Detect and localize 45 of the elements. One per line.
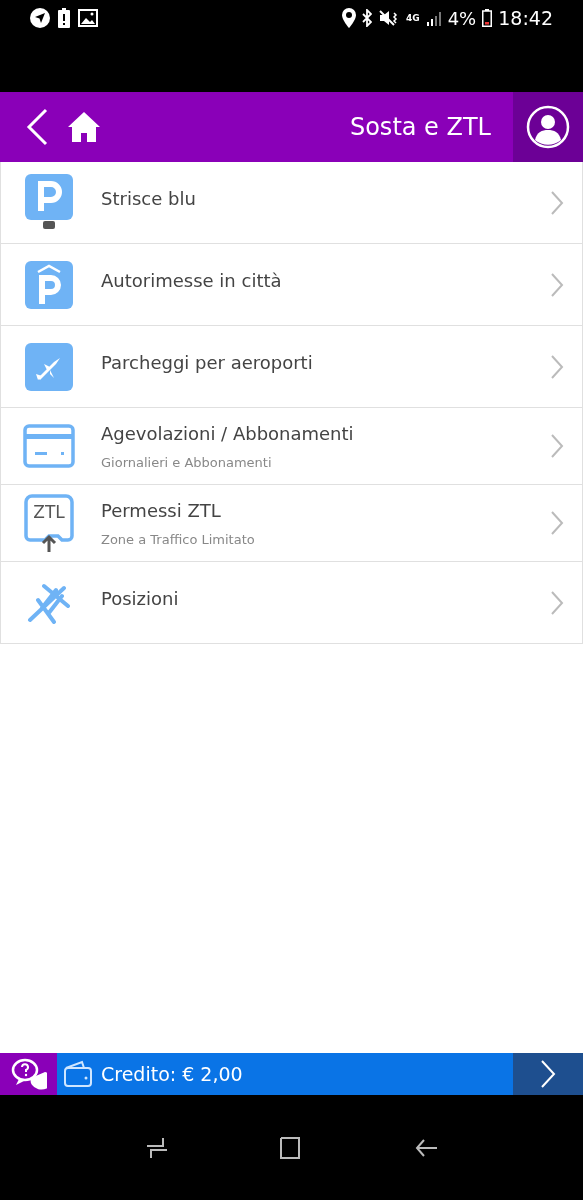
menu-item-label: Parcheggi per aeroporti bbox=[101, 351, 314, 375]
profile-button[interactable] bbox=[513, 92, 583, 162]
menu-item[interactable]: Parcheggi per aeroporti bbox=[1, 326, 582, 408]
home-icon bbox=[66, 110, 102, 144]
bluetooth-icon bbox=[362, 9, 372, 27]
signal-icon bbox=[425, 10, 442, 26]
chevron-icon bbox=[550, 189, 564, 216]
menu-item-label: Permessi ZTL bbox=[101, 498, 222, 523]
chevron-icon bbox=[540, 1059, 556, 1089]
menu-item[interactable]: Agevolazioni / Abbonamenti Giornalieri e Abbonamenti bbox=[1, 408, 582, 485]
menu-item-label: Posizioni bbox=[101, 587, 180, 611]
navigation-icon bbox=[30, 8, 50, 28]
battery-alert-icon bbox=[58, 8, 70, 28]
back-chevron-icon bbox=[26, 108, 48, 146]
chevron-icon bbox=[550, 271, 564, 298]
menu-item[interactable]: Strisce blu bbox=[1, 162, 582, 244]
location-icon bbox=[342, 8, 356, 28]
battery-icon bbox=[482, 9, 493, 27]
recent-apps-button[interactable] bbox=[145, 1135, 170, 1160]
menu-item[interactable]: ZTL Permessi ZTL Zone a Traffico Limitato bbox=[1, 485, 582, 562]
chevron-icon bbox=[550, 510, 564, 536]
card-icon bbox=[23, 424, 75, 468]
menu-item-label: Agevolazioni / Abbonamenti bbox=[101, 421, 355, 446]
image-icon bbox=[78, 9, 98, 27]
credit-next-button[interactable] bbox=[513, 1053, 583, 1095]
chevron-icon bbox=[550, 433, 564, 459]
credit-balance: Credito: € 2,00 bbox=[101, 1061, 243, 1087]
menu-item[interactable]: Posizioni bbox=[1, 562, 582, 644]
menu-item[interactable]: Autorimesse in città bbox=[1, 244, 582, 326]
battery-percent: 4% bbox=[447, 6, 477, 31]
chevron-icon bbox=[550, 353, 564, 380]
menu-item-subtitle: Zone a Traffico Limitato bbox=[101, 530, 256, 549]
garage-icon bbox=[24, 259, 74, 310]
recent-apps-icon bbox=[145, 1135, 170, 1160]
menu-item-label: Autorimesse in città bbox=[101, 269, 283, 293]
help-button[interactable] bbox=[0, 1053, 57, 1095]
network-type: 4G bbox=[406, 13, 420, 23]
clock: 18:42 bbox=[498, 5, 553, 31]
user-icon bbox=[526, 105, 570, 149]
menu-item-subtitle: Giornalieri e Abbonamenti bbox=[101, 453, 273, 472]
chevron-icon bbox=[550, 589, 564, 616]
wallet-icon bbox=[63, 1060, 93, 1088]
help-chat-icon bbox=[10, 1058, 47, 1090]
menu-item-label: Strisce blu bbox=[101, 187, 197, 211]
page-title: Sosta e ZTL bbox=[349, 112, 491, 143]
